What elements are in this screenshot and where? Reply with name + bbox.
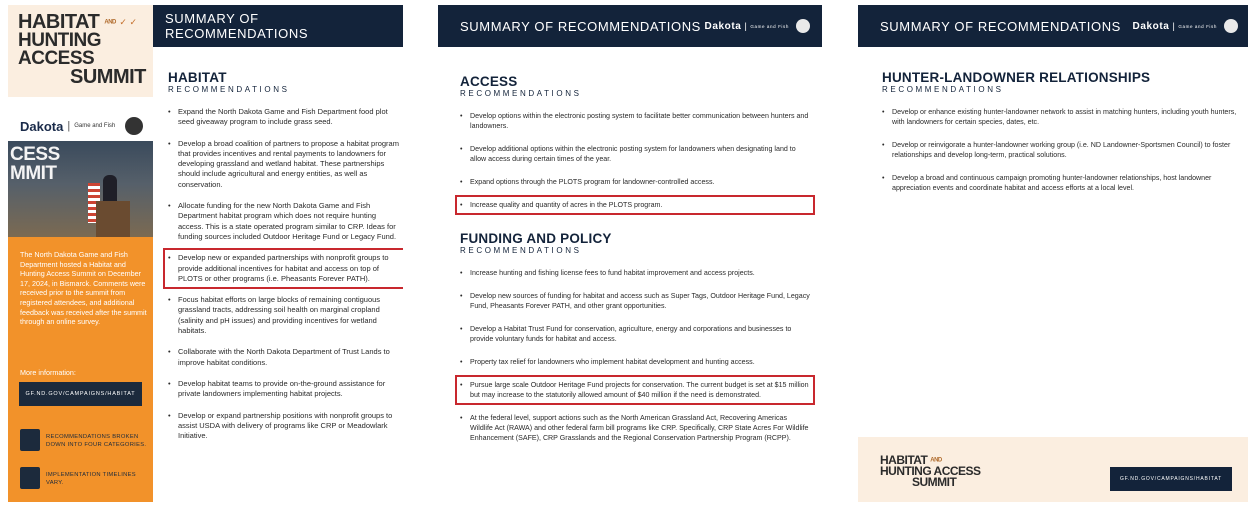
list-item: Develop additional options within the el… xyxy=(460,144,810,164)
list-item: Develop new sources of funding for habit… xyxy=(460,291,810,311)
photo-text-2: MMIT xyxy=(10,163,57,184)
list-item: Collaborate with the North Dakota Depart… xyxy=(168,347,400,368)
summit-description: The North Dakota Game and Fish Departmen… xyxy=(20,250,147,327)
list-item: Increase hunting and fishing license fee… xyxy=(460,268,810,278)
summit-logo: HABITAT AND HUNTING ACCESS SUMMIT xyxy=(880,454,981,490)
calendar-icon xyxy=(20,467,40,489)
list-item: Develop a Habitat Trust Fund for conserv… xyxy=(460,324,810,344)
page-habitat: HABITAT AND HUNTING ACCESS SUMMIT ✓ ✓ Da… xyxy=(8,5,403,502)
brand-dakota: Dakota xyxy=(20,118,64,134)
page-relationships: SUMMARY OF RECOMMENDATIONS Dakota | Game… xyxy=(858,5,1248,502)
section-subtitle: RECOMMENDATIONS xyxy=(882,85,1004,94)
checklist-icon xyxy=(20,429,40,451)
brand-dakota: Dakota xyxy=(1132,20,1170,32)
habitat-section: HABITAT RECOMMENDATIONS Expand the North… xyxy=(163,70,403,452)
list-item: Focus habitat efforts on large blocks of… xyxy=(168,295,400,336)
header-title: SUMMARY OF RECOMMENDATIONS xyxy=(880,18,1121,34)
section-title: FUNDING AND POLICY xyxy=(460,231,612,246)
brand-bar: Dakota | Game and Fish xyxy=(705,19,810,33)
list-item: Allocate funding for the new North Dakot… xyxy=(168,201,400,242)
list-item: Expand the North Dakota Game and Fish De… xyxy=(168,107,400,128)
more-info-label: More information: xyxy=(20,368,76,377)
list-item: Develop or expand partnership positions … xyxy=(168,411,400,442)
header-title: SUMMARY OF RECOMMENDATIONS xyxy=(165,11,309,41)
deer-icon xyxy=(1224,19,1238,33)
section-subtitle: RECOMMENDATIONS xyxy=(460,89,582,98)
brand-game-fish: Game and Fish xyxy=(74,123,116,129)
deer-icon xyxy=(125,117,144,135)
brand-separator: | xyxy=(67,120,71,132)
page-footer: HABITAT AND HUNTING ACCESS SUMMIT GF.ND.… xyxy=(858,437,1248,502)
campaign-url-link[interactable]: GF.ND.GOV/CAMPAIGNS/HABITAT xyxy=(19,382,142,406)
header-title: SUMMARY OF RECOMMENDATIONS xyxy=(460,18,701,34)
list-item: Property tax relief for landowners who i… xyxy=(460,357,810,367)
brand-bar: Dakota | Game and Fish xyxy=(8,97,153,141)
list-item: Expand options through the PLOTS program… xyxy=(460,177,810,187)
list-item: At the federal level, support actions su… xyxy=(460,413,810,443)
feature-text: IMPLEMENTATION TIMELINES VARY. xyxy=(46,472,136,486)
list-item-highlighted: Develop new or expanded partnerships wit… xyxy=(163,248,403,290)
list-item: Develop or enhance existing hunter-lando… xyxy=(882,107,1242,127)
brand-bar: Dakota | Game and Fish xyxy=(1133,19,1238,33)
section-title: HABITAT xyxy=(168,70,227,85)
section-title: HUNTER-LANDOWNER RELATIONSHIPS xyxy=(882,70,1151,85)
list-item-highlighted: Pursue large scale Outdoor Heritage Fund… xyxy=(455,375,815,405)
podium-figure xyxy=(96,201,130,237)
access-funding-sections: ACCESS RECOMMENDATIONS Develop options w… xyxy=(455,74,815,456)
list-item: Develop a broad coalition of partners to… xyxy=(168,139,400,190)
brand-dakota: Dakota xyxy=(704,20,742,32)
list-item-highlighted: Increase quality and quantity of acres i… xyxy=(455,195,815,215)
list-item: Develop or reinvigorate a hunter-landown… xyxy=(882,140,1242,160)
logo-the: AND xyxy=(104,19,116,26)
page-access-funding: SUMMARY OF RECOMMENDATIONS Dakota | Game… xyxy=(438,5,822,502)
feature-categories: RECOMMENDATIONS BROKEN DOWN INTO FOUR CA… xyxy=(20,429,150,451)
logo-line-2: HUNTING ACCESS xyxy=(18,29,102,69)
birds-icon: ✓ ✓ xyxy=(119,17,137,27)
deer-icon xyxy=(796,19,810,33)
recommendation-list: Increase hunting and fishing license fee… xyxy=(455,268,815,443)
recommendation-list: Develop options within the electronic po… xyxy=(455,111,815,215)
feature-text: RECOMMENDATIONS BROKEN DOWN INTO FOUR CA… xyxy=(46,434,147,448)
page-header: SUMMARY OF RECOMMENDATIONS Dakota | Game… xyxy=(438,5,822,47)
brand-game-fish: Game and Fish xyxy=(750,23,789,29)
list-item: Develop options within the electronic po… xyxy=(460,111,810,131)
section-subtitle: RECOMMENDATIONS xyxy=(168,85,290,94)
feature-timelines: IMPLEMENTATION TIMELINES VARY. xyxy=(20,467,150,489)
logo-the: AND xyxy=(930,457,942,464)
list-item: Develop habitat teams to provide on-the-… xyxy=(168,379,400,400)
recommendation-list: Expand the North Dakota Game and Fish De… xyxy=(163,107,403,442)
page-header: SUMMARY OF RECOMMENDATIONS Dakota | Game… xyxy=(858,5,1248,47)
list-item: Develop a broad and continuous campaign … xyxy=(882,173,1242,193)
section-title: ACCESS xyxy=(460,74,518,89)
section-subtitle: RECOMMENDATIONS xyxy=(460,246,582,255)
campaign-url-link[interactable]: GF.ND.GOV/CAMPAIGNS/HABITAT xyxy=(1110,467,1232,491)
summit-logo: HABITAT AND HUNTING ACCESS SUMMIT ✓ ✓ xyxy=(8,5,153,97)
photo-text-1: CESS xyxy=(10,144,60,165)
logo-line-3: SUMMIT xyxy=(70,65,146,88)
brand-separator: | xyxy=(744,21,748,31)
page-header: SUMMARY OF RECOMMENDATIONS xyxy=(153,5,403,47)
brand-separator: | xyxy=(1172,21,1176,31)
logo-line-3: SUMMIT xyxy=(912,475,957,490)
summit-photo: CESS MMIT xyxy=(8,141,153,237)
relationships-section: HUNTER-LANDOWNER RELATIONSHIPS RECOMMEND… xyxy=(882,71,1242,206)
recommendation-list: Develop or enhance existing hunter-lando… xyxy=(882,107,1242,193)
brand-game-fish: Game and Fish xyxy=(1178,23,1217,29)
sidebar: HABITAT AND HUNTING ACCESS SUMMIT ✓ ✓ Da… xyxy=(8,5,153,502)
